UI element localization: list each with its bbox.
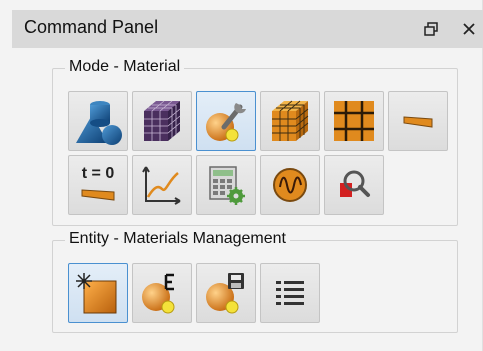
wave-circle-icon [273, 168, 307, 202]
panel-titlebar[interactable]: Command Panel [12, 10, 483, 48]
mode-material-group: Mode - Material t = 0 [52, 58, 458, 226]
new-material-icon [76, 273, 117, 314]
mesh-cube-button[interactable] [132, 91, 192, 151]
curve-chart-icon [142, 166, 181, 205]
material-wave-button[interactable] [260, 155, 320, 215]
new-material-button[interactable] [68, 263, 128, 323]
material-shell-button[interactable] [388, 91, 448, 151]
material-block-button[interactable] [260, 91, 320, 151]
panel-title: Command Panel [24, 17, 159, 37]
material-wrench-icon [206, 103, 246, 142]
initial-strip-icon [81, 189, 115, 201]
command-panel: Command Panel Mode - Material t = 0 Enti… [0, 0, 483, 351]
edit-material-button[interactable] [132, 263, 192, 323]
mode-group-label: Mode - Material [65, 58, 185, 76]
material-grid-plane-icon [334, 101, 374, 141]
material-calculator-button[interactable] [196, 155, 256, 215]
material-list-button[interactable] [260, 263, 320, 323]
float-button[interactable] [420, 18, 442, 40]
entity-group-label: Entity - Materials Management [65, 230, 290, 248]
material-inspect-button[interactable] [324, 155, 384, 215]
save-material-button[interactable] [196, 263, 256, 323]
material-grid-cube-icon [272, 100, 309, 141]
close-button[interactable] [458, 18, 480, 40]
list-icon [276, 281, 304, 305]
material-edit-icon [142, 273, 175, 314]
material-curve-button[interactable] [132, 155, 192, 215]
close-icon [463, 23, 475, 35]
material-properties-button[interactable] [196, 91, 256, 151]
restore-window-icon [424, 22, 438, 36]
calculator-gear-icon [209, 166, 245, 205]
materials-management-group: Entity - Materials Management [52, 230, 458, 333]
geometry-volume-button[interactable] [68, 91, 128, 151]
magnifier-icon [340, 170, 370, 197]
shell-strip-icon [403, 116, 433, 128]
geometry-shapes-icon [76, 101, 122, 145]
t-zero-label: t = 0 [81, 165, 115, 182]
material-save-icon [206, 273, 244, 314]
material-section-button[interactable] [324, 91, 384, 151]
initial-state-button[interactable]: t = 0 [68, 155, 128, 215]
mesh-cube-icon [144, 100, 181, 141]
